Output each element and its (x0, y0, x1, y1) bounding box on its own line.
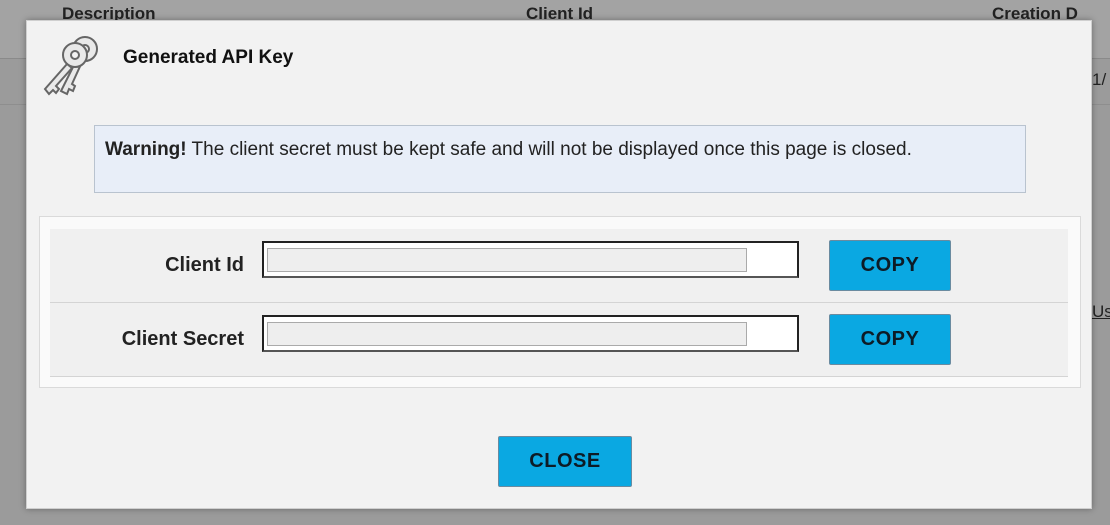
background-row-fragment: 1/ (1092, 70, 1107, 89)
credentials-panel: Client Id COPY Client Secret COPY (39, 216, 1081, 388)
warning-label: Warning! (105, 139, 187, 160)
client-id-value[interactable] (267, 248, 747, 272)
dialog-title: Generated API Key (123, 47, 294, 68)
client-secret-label: Client Secret (121, 328, 244, 350)
background-link-fragment[interactable]: Us (1092, 302, 1110, 322)
client-id-row: Client Id COPY (50, 229, 1068, 303)
copy-client-id-button[interactable]: COPY (829, 240, 951, 291)
generated-api-key-dialog: Generated API Key Warning! The client se… (26, 20, 1092, 509)
client-secret-row: Client Secret COPY (50, 303, 1068, 377)
client-secret-field[interactable] (262, 315, 799, 352)
close-button[interactable]: CLOSE (498, 436, 632, 487)
client-id-field[interactable] (262, 241, 799, 278)
keys-icon (37, 29, 105, 103)
copy-client-secret-button[interactable]: COPY (829, 314, 951, 365)
client-id-label: Client Id (165, 254, 244, 276)
warning-text: The client secret must be kept safe and … (186, 139, 912, 160)
warning-message: Warning! The client secret must be kept … (94, 125, 1026, 193)
client-secret-value[interactable] (267, 322, 747, 346)
